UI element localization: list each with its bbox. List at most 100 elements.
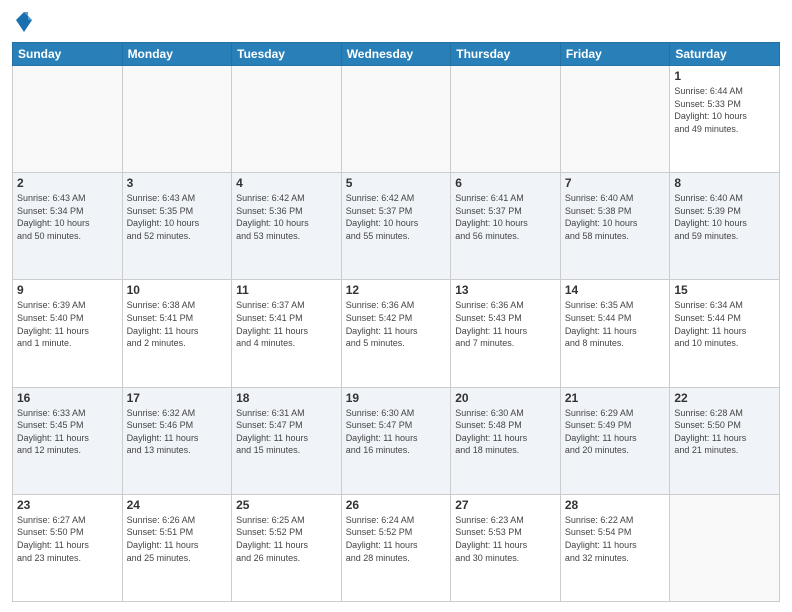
calendar-cell: 10 Sunrise: 6:38 AM Sunset: 5:41 PM Dayli…: [122, 280, 232, 387]
calendar-cell: [341, 66, 451, 173]
day-number: 13: [455, 283, 556, 297]
day-info: Sunrise: 6:38 AM Sunset: 5:41 PM Dayligh…: [127, 299, 228, 349]
day-info: Sunrise: 6:39 AM Sunset: 5:40 PM Dayligh…: [17, 299, 118, 349]
weekday-header-sunday: Sunday: [13, 43, 123, 66]
day-info: Sunrise: 6:42 AM Sunset: 5:37 PM Dayligh…: [346, 192, 447, 242]
day-number: 18: [236, 391, 337, 405]
page: SundayMondayTuesdayWednesdayThursdayFrid…: [0, 0, 792, 612]
calendar-cell: 28 Sunrise: 6:22 AM Sunset: 5:54 PM Dayli…: [560, 494, 670, 601]
day-number: 2: [17, 176, 118, 190]
calendar-cell: 11 Sunrise: 6:37 AM Sunset: 5:41 PM Dayli…: [232, 280, 342, 387]
day-info: Sunrise: 6:22 AM Sunset: 5:54 PM Dayligh…: [565, 514, 666, 564]
day-number: 23: [17, 498, 118, 512]
day-number: 9: [17, 283, 118, 297]
day-number: 4: [236, 176, 337, 190]
day-number: 24: [127, 498, 228, 512]
calendar-cell: 14 Sunrise: 6:35 AM Sunset: 5:44 PM Dayli…: [560, 280, 670, 387]
day-info: Sunrise: 6:33 AM Sunset: 5:45 PM Dayligh…: [17, 407, 118, 457]
day-info: Sunrise: 6:41 AM Sunset: 5:37 PM Dayligh…: [455, 192, 556, 242]
day-info: Sunrise: 6:30 AM Sunset: 5:47 PM Dayligh…: [346, 407, 447, 457]
header: [12, 10, 780, 34]
calendar-cell: 20Sunrise: 6:30 AM Sunset: 5:48 PM Dayli…: [451, 387, 561, 494]
day-number: 22: [674, 391, 775, 405]
calendar-cell: 18 Sunrise: 6:31 AM Sunset: 5:47 PM Dayli…: [232, 387, 342, 494]
day-number: 3: [127, 176, 228, 190]
day-info: Sunrise: 6:29 AM Sunset: 5:49 PM Dayligh…: [565, 407, 666, 457]
calendar-cell: [232, 66, 342, 173]
calendar-cell: 22 Sunrise: 6:28 AM Sunset: 5:50 PM Dayli…: [670, 387, 780, 494]
week-row-4: 16 Sunrise: 6:33 AM Sunset: 5:45 PM Dayli…: [13, 387, 780, 494]
day-number: 11: [236, 283, 337, 297]
day-info: Sunrise: 6:28 AM Sunset: 5:50 PM Dayligh…: [674, 407, 775, 457]
day-info: Sunrise: 6:24 AM Sunset: 5:52 PM Dayligh…: [346, 514, 447, 564]
calendar-cell: 23 Sunrise: 6:27 AM Sunset: 5:50 PM Dayli…: [13, 494, 123, 601]
day-number: 12: [346, 283, 447, 297]
day-number: 8: [674, 176, 775, 190]
day-number: 21: [565, 391, 666, 405]
logo-icon: [14, 10, 34, 34]
calendar-cell: [560, 66, 670, 173]
calendar-cell: 24 Sunrise: 6:26 AM Sunset: 5:51 PM Dayli…: [122, 494, 232, 601]
day-info: Sunrise: 6:36 AM Sunset: 5:43 PM Dayligh…: [455, 299, 556, 349]
weekday-header-saturday: Saturday: [670, 43, 780, 66]
week-row-5: 23 Sunrise: 6:27 AM Sunset: 5:50 PM Dayli…: [13, 494, 780, 601]
day-number: 28: [565, 498, 666, 512]
week-row-2: 2 Sunrise: 6:43 AM Sunset: 5:34 PM Daylig…: [13, 173, 780, 280]
day-info: Sunrise: 6:40 AM Sunset: 5:38 PM Dayligh…: [565, 192, 666, 242]
day-number: 16: [17, 391, 118, 405]
calendar-cell: 17 Sunrise: 6:32 AM Sunset: 5:46 PM Dayli…: [122, 387, 232, 494]
day-number: 25: [236, 498, 337, 512]
day-info: Sunrise: 6:26 AM Sunset: 5:51 PM Dayligh…: [127, 514, 228, 564]
calendar-cell: 3 Sunrise: 6:43 AM Sunset: 5:35 PM Daylig…: [122, 173, 232, 280]
day-number: 17: [127, 391, 228, 405]
day-number: 1: [674, 69, 775, 83]
calendar-cell: [122, 66, 232, 173]
day-info: Sunrise: 6:40 AM Sunset: 5:39 PM Dayligh…: [674, 192, 775, 242]
weekday-header-friday: Friday: [560, 43, 670, 66]
day-info: Sunrise: 6:37 AM Sunset: 5:41 PM Dayligh…: [236, 299, 337, 349]
weekday-header-thursday: Thursday: [451, 43, 561, 66]
day-info: Sunrise: 6:31 AM Sunset: 5:47 PM Dayligh…: [236, 407, 337, 457]
calendar-table: SundayMondayTuesdayWednesdayThursdayFrid…: [12, 42, 780, 602]
calendar-cell: 26Sunrise: 6:24 AM Sunset: 5:52 PM Dayli…: [341, 494, 451, 601]
weekday-header-monday: Monday: [122, 43, 232, 66]
day-number: 7: [565, 176, 666, 190]
calendar-cell: 13 Sunrise: 6:36 AM Sunset: 5:43 PM Dayli…: [451, 280, 561, 387]
calendar-cell: [13, 66, 123, 173]
day-info: Sunrise: 6:44 AM Sunset: 5:33 PM Dayligh…: [674, 85, 775, 135]
day-number: 5: [346, 176, 447, 190]
calendar-cell: 25 Sunrise: 6:25 AM Sunset: 5:52 PM Dayli…: [232, 494, 342, 601]
calendar-cell: 7 Sunrise: 6:40 AM Sunset: 5:38 PM Daylig…: [560, 173, 670, 280]
week-row-1: 1 Sunrise: 6:44 AM Sunset: 5:33 PM Daylig…: [13, 66, 780, 173]
calendar-cell: 6 Sunrise: 6:41 AM Sunset: 5:37 PM Daylig…: [451, 173, 561, 280]
calendar-cell: 12Sunrise: 6:36 AM Sunset: 5:42 PM Dayli…: [341, 280, 451, 387]
calendar-cell: 8 Sunrise: 6:40 AM Sunset: 5:39 PM Daylig…: [670, 173, 780, 280]
weekday-header-row: SundayMondayTuesdayWednesdayThursdayFrid…: [13, 43, 780, 66]
day-info: Sunrise: 6:34 AM Sunset: 5:44 PM Dayligh…: [674, 299, 775, 349]
calendar-cell: 19 Sunrise: 6:30 AM Sunset: 5:47 PM Dayli…: [341, 387, 451, 494]
calendar-cell: 4 Sunrise: 6:42 AM Sunset: 5:36 PM Daylig…: [232, 173, 342, 280]
calendar-cell: 5 Sunrise: 6:42 AM Sunset: 5:37 PM Daylig…: [341, 173, 451, 280]
calendar-cell: 16 Sunrise: 6:33 AM Sunset: 5:45 PM Dayli…: [13, 387, 123, 494]
day-number: 19: [346, 391, 447, 405]
day-info: Sunrise: 6:27 AM Sunset: 5:50 PM Dayligh…: [17, 514, 118, 564]
day-number: 14: [565, 283, 666, 297]
day-number: 20: [455, 391, 556, 405]
day-info: Sunrise: 6:43 AM Sunset: 5:35 PM Dayligh…: [127, 192, 228, 242]
calendar-cell: 2 Sunrise: 6:43 AM Sunset: 5:34 PM Daylig…: [13, 173, 123, 280]
day-number: 6: [455, 176, 556, 190]
day-info: Sunrise: 6:32 AM Sunset: 5:46 PM Dayligh…: [127, 407, 228, 457]
weekday-header-wednesday: Wednesday: [341, 43, 451, 66]
week-row-3: 9 Sunrise: 6:39 AM Sunset: 5:40 PM Daylig…: [13, 280, 780, 387]
day-info: Sunrise: 6:42 AM Sunset: 5:36 PM Dayligh…: [236, 192, 337, 242]
weekday-header-tuesday: Tuesday: [232, 43, 342, 66]
calendar-cell: [451, 66, 561, 173]
day-info: Sunrise: 6:43 AM Sunset: 5:34 PM Dayligh…: [17, 192, 118, 242]
logo: [12, 10, 34, 34]
day-number: 10: [127, 283, 228, 297]
day-info: Sunrise: 6:23 AM Sunset: 5:53 PM Dayligh…: [455, 514, 556, 564]
day-info: Sunrise: 6:25 AM Sunset: 5:52 PM Dayligh…: [236, 514, 337, 564]
calendar-cell: 9 Sunrise: 6:39 AM Sunset: 5:40 PM Daylig…: [13, 280, 123, 387]
calendar-cell: 21 Sunrise: 6:29 AM Sunset: 5:49 PM Dayli…: [560, 387, 670, 494]
day-info: Sunrise: 6:35 AM Sunset: 5:44 PM Dayligh…: [565, 299, 666, 349]
